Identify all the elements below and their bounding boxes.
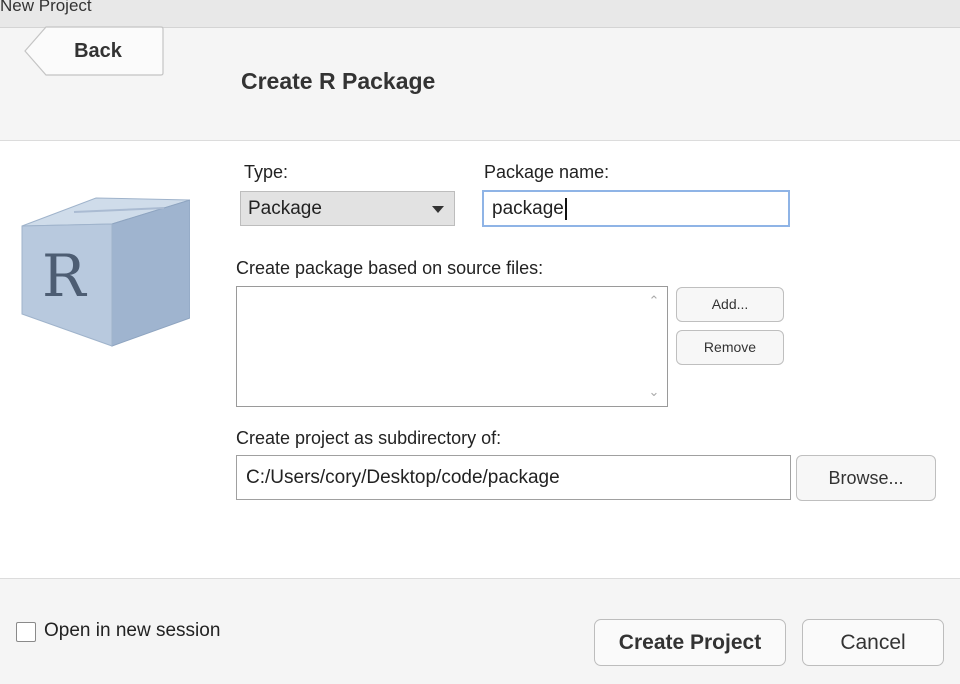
open-new-session-label[interactable]: Open in new session — [44, 620, 220, 642]
r-letter: R — [42, 242, 88, 310]
source-files-list[interactable]: ⌃ ⌄ — [236, 286, 668, 407]
package-name-input[interactable]: package — [482, 190, 790, 227]
package-name-value: package — [492, 198, 564, 219]
dropdown-arrow-icon — [432, 206, 444, 213]
window-titlebar: New Project — [0, 0, 960, 28]
add-button[interactable]: Add... — [676, 287, 784, 322]
subdir-input[interactable]: C:/Users/cory/Desktop/code/package — [236, 455, 791, 500]
package-name-label: Package name: — [484, 162, 610, 182]
source-files-scrollbar[interactable]: ⌃ ⌄ — [643, 289, 665, 404]
subdir-label: Create project as subdirectory of: — [236, 428, 502, 448]
scroll-down-icon[interactable]: ⌄ — [647, 384, 661, 400]
text-caret — [564, 197, 567, 220]
create-project-button[interactable]: Create Project — [594, 619, 786, 666]
type-label: Type: — [244, 162, 289, 182]
remove-button[interactable]: Remove — [676, 330, 784, 365]
open-new-session-checkbox[interactable] — [16, 622, 36, 642]
back-button-label: Back — [74, 40, 122, 62]
type-select-value: Package — [248, 198, 322, 219]
page-title: Create R Package — [241, 68, 436, 94]
back-button[interactable]: Back — [24, 26, 164, 76]
browse-button[interactable]: Browse... — [796, 455, 936, 501]
r-package-cube-icon: R — [21, 197, 190, 347]
scroll-up-icon[interactable]: ⌃ — [647, 293, 661, 309]
source-files-label: Create package based on source files: — [236, 258, 544, 278]
window-title: New Project — [0, 0, 92, 15]
cancel-button[interactable]: Cancel — [802, 619, 944, 666]
type-select[interactable]: Package — [240, 191, 455, 226]
